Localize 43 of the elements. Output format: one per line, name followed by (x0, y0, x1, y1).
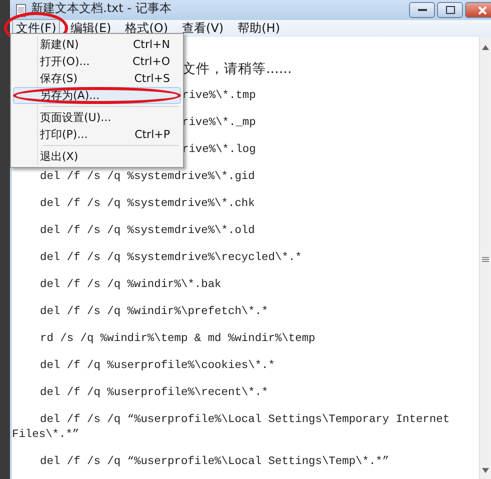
maximize-icon (446, 6, 454, 14)
text-line: del /f /s /q %systemdrive%\*.chk (39, 197, 256, 212)
down-arrow-icon[interactable] (482, 468, 489, 473)
text-line: del /f /s /q %systemdrive%\recycled\*.* (39, 251, 303, 266)
menu-entry-label: 退出(X) (40, 149, 78, 164)
menu-entry-label: 新建(N) (40, 37, 79, 52)
text-line: rive%\*._mp (182, 116, 257, 131)
menu-item[interactable]: 查看(V) (178, 19, 228, 38)
shortcut-label: Ctrl+S (134, 72, 170, 85)
menu-entry[interactable]: 保存(S) Ctrl+S (13, 70, 181, 87)
text-line: del /f /s /q “%userprofile%\Local Settings\Temporary Internet Files\*.*” (12, 413, 451, 443)
minimize-button[interactable] (409, 2, 435, 18)
menu-entry[interactable]: 退出(X) (13, 148, 181, 165)
text-line: del /f /s /q %systemdrive%\*.gid (39, 170, 256, 185)
close-button[interactable] (465, 2, 491, 18)
scrollbar[interactable] (479, 37, 491, 479)
minimize-icon (418, 8, 426, 12)
shortcut-label: Ctrl+N (132, 38, 170, 51)
up-arrow-icon[interactable] (482, 45, 489, 50)
menu-entry-label: 打印(P)... (40, 127, 88, 142)
menu-entry[interactable]: 新建(N) Ctrl+N (13, 36, 181, 53)
text-line: del /f /s /q %windir%\prefetch\*.* (39, 305, 270, 320)
menu-entry[interactable]: 打开(O)... Ctrl+O (13, 53, 181, 70)
text-line: rive%\*.log (182, 143, 257, 158)
text-line: del /f /s /q “%userprofile%\Local Settings\Temp\*.*” (39, 455, 390, 470)
text-line: del /f /s /q %systemdrive%\*.old (39, 224, 256, 239)
text-line: del /f /s /q %windir%\*.bak (39, 278, 222, 293)
text-line: rd /s /q %windir%\temp & md %windir%\temp (39, 332, 316, 347)
grip-icon[interactable] (482, 256, 489, 262)
text-line: del /f /q %userprofile%\recent\*.* (39, 386, 270, 401)
close-icon (478, 6, 486, 14)
menu-item[interactable]: 帮助(H) (234, 19, 284, 38)
menu-entry-label: 保存(S) (40, 71, 78, 86)
text-line: rive%\*.tmp (182, 89, 257, 104)
menu-entry-label: 页面设置(U)... (40, 110, 112, 125)
text-line: del /f /q %userprofile%\cookies\*.* (39, 359, 276, 374)
menu-entry[interactable]: 页面设置(U)... (13, 109, 181, 126)
shortcut-label: Ctrl+O (132, 55, 170, 68)
shortcut-label: Ctrl+P (134, 128, 170, 141)
notepad-icon (16, 4, 26, 16)
menu-entry[interactable]: 打印(P)... Ctrl+P (13, 126, 181, 143)
maximize-button[interactable] (437, 2, 463, 18)
menu-entry-label: 打开(O)... (40, 54, 90, 69)
